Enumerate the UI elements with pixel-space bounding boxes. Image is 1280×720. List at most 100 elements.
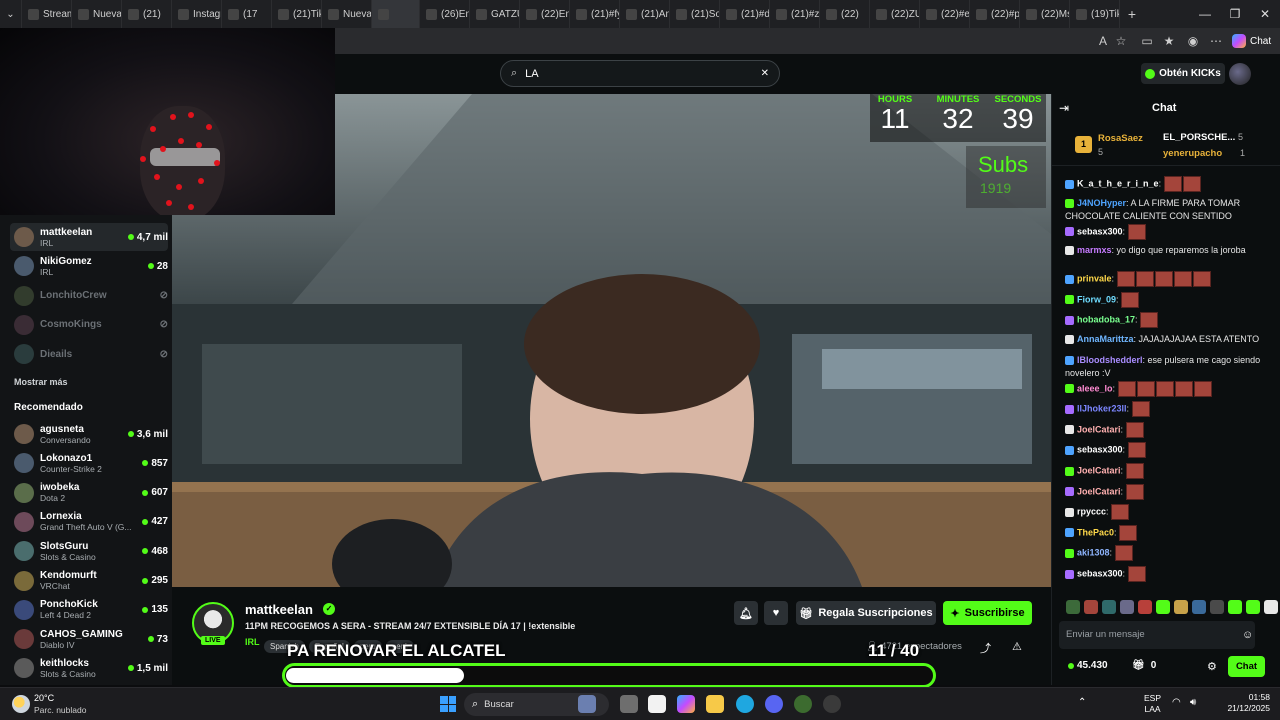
emote-picker-icon[interactable] (1246, 600, 1260, 614)
sidebar-channel-item[interactable]: Lornexia Grand Theft Auto V (G... 427 (10, 508, 168, 536)
emote-picker-icon[interactable] (1228, 600, 1242, 614)
tab-actions-button[interactable]: ⌄ (0, 0, 22, 28)
chat-username[interactable]: K_a_t_h_e_r_i_n_e (1077, 178, 1159, 188)
gift-subs-button[interactable]: 🎁︎ Regala Suscripciones (796, 601, 936, 625)
minimize-button[interactable]: — (1190, 0, 1220, 28)
sidebar-channel-item[interactable]: Dieails ⊘ (10, 340, 168, 368)
browser-tab[interactable]: (21)Tik (272, 0, 322, 28)
browser-tab[interactable]: GATZU (470, 0, 520, 28)
file-explorer-icon[interactable] (706, 695, 724, 713)
chat-username[interactable]: aleee_lo (1077, 383, 1113, 393)
browser-tab[interactable]: (21)Solt (670, 0, 720, 28)
chat-settings-icon[interactable]: ⚙ (1207, 660, 1217, 673)
chat-username[interactable]: lBloodshedderl (1077, 355, 1143, 365)
report-icon[interactable]: ⚠ (1012, 640, 1022, 653)
sidebar-channel-item[interactable]: SlotsGuru Slots & Casino 468 (10, 537, 168, 565)
wifi-icon[interactable]: ◠ (1172, 697, 1181, 708)
browser-tab[interactable]: (21)#di (720, 0, 770, 28)
store-icon[interactable] (648, 695, 666, 713)
browser-tab[interactable]: (22)Enc (520, 0, 570, 28)
sidebar-channel-item[interactable]: Kendomurft VRChat 295 (10, 567, 168, 595)
chevron-up-icon[interactable]: ⌃ (1078, 697, 1086, 708)
profile-icon[interactable]: ◉ (1184, 32, 1202, 50)
emote-picker-icon[interactable] (1102, 600, 1116, 614)
copilot-app-icon[interactable] (677, 695, 695, 713)
browser-tab[interactable]: (22)#pt (970, 0, 1020, 28)
browser-tab[interactable]: (17 (222, 0, 272, 28)
browser-tab[interactable]: (21)Ani (620, 0, 670, 28)
follow-button[interactable]: ♥ (764, 601, 788, 625)
emote-picker-icon[interactable] (1210, 600, 1224, 614)
browser-tab[interactable]: Nueva (72, 0, 122, 28)
chat-username[interactable]: marmxs (1077, 245, 1112, 255)
emote-picker-icon[interactable] (1120, 600, 1134, 614)
emote-picker-icon[interactable] (1156, 600, 1170, 614)
user-avatar[interactable] (1229, 63, 1251, 85)
start-icon[interactable] (440, 696, 456, 712)
browser-tab[interactable]: Instagra (172, 0, 222, 28)
volume-icon[interactable]: 🔊︎ (1190, 697, 1196, 708)
get-kicks-button[interactable]: Obtén KICKs (1141, 63, 1225, 84)
browser-tab[interactable]: (22)#en (920, 0, 970, 28)
chat-username[interactable]: J4NOHyper (1077, 198, 1126, 208)
chat-username[interactable]: sebasx300 (1077, 445, 1123, 455)
obs-icon[interactable] (823, 695, 841, 713)
sidebar-channel-item[interactable]: CAHOS_GAMING Diablo IV 73 (10, 625, 168, 653)
chat-username[interactable]: JoelCatari (1077, 486, 1121, 496)
send-chat-button[interactable]: Chat (1228, 656, 1265, 677)
chat-username[interactable]: JoelCatari (1077, 465, 1121, 475)
chat-username[interactable]: hobadoba_17 (1077, 315, 1135, 325)
copilot-chat-button[interactable]: Chat (1232, 31, 1278, 51)
emote-picker-icon[interactable] (1174, 600, 1188, 614)
chat-username[interactable]: JoelCatari (1077, 424, 1121, 434)
chat-username[interactable]: Fiorw_09 (1077, 294, 1116, 304)
split-screen-icon[interactable]: ▭ (1138, 32, 1156, 50)
browser-tab[interactable] (372, 0, 420, 28)
search-box[interactable]: ⌕ LA ✕ (500, 60, 780, 87)
browser-tab[interactable]: (26)Enc (420, 0, 470, 28)
sidebar-channel-item[interactable]: Lokonazo1 Counter-Strike 2 857 (10, 449, 168, 477)
chat-username[interactable]: sebasx300 (1077, 226, 1123, 236)
browser-tab[interactable]: (22) (820, 0, 870, 28)
chat-username[interactable]: ThePac0 (1077, 527, 1114, 537)
kicks-balance[interactable]: 45.430 (1068, 660, 1108, 671)
emote-picker-icon[interactable] (1084, 600, 1098, 614)
read-aloud-icon[interactable]: A (1094, 32, 1112, 50)
search-input[interactable]: LA (525, 68, 752, 80)
browser-tab[interactable]: (22)ZUI (870, 0, 920, 28)
stream-category[interactable]: IRL (245, 637, 260, 647)
browser-tab[interactable]: Stream (22, 0, 72, 28)
browser-tab[interactable]: (21)#zu (770, 0, 820, 28)
browser-tab[interactable]: Nueva (322, 0, 372, 28)
app-icon-widget[interactable] (578, 695, 596, 713)
emote-picker-icon[interactable] (1264, 600, 1278, 614)
app-icon-green[interactable] (794, 695, 812, 713)
chat-username[interactable]: aki1308 (1077, 548, 1110, 558)
new-tab-button[interactable]: + (1120, 6, 1144, 22)
chat-username[interactable]: rpyccc (1077, 507, 1106, 517)
gift-inventory[interactable]: 🎁︎ 0 (1132, 660, 1156, 671)
sidebar-channel-item[interactable]: agusneta Conversando 3,6 mil (10, 420, 168, 448)
sidebar-channel-item[interactable]: iwobeka Dota 2 607 (10, 479, 168, 507)
emoji-icon[interactable]: ☺ (1242, 629, 1253, 641)
chat-username[interactable]: AnnaMarittza (1077, 334, 1134, 344)
clock[interactable]: 01:58 21/12/2025 (1222, 692, 1270, 714)
maximize-button[interactable]: ❐ (1220, 0, 1250, 28)
chat-username[interactable]: prinvale (1077, 274, 1112, 284)
favorite-star-icon[interactable]: ☆ (1112, 32, 1130, 50)
favorites-icon[interactable]: ★ (1160, 32, 1178, 50)
discord-icon[interactable] (765, 695, 783, 713)
chat-username[interactable]: llJhoker23ll (1077, 404, 1127, 414)
sidebar-channel-item[interactable]: mattkeelan IRL 4,7 mil (10, 223, 168, 251)
clear-search-icon[interactable]: ✕ (761, 68, 769, 79)
emote-picker-icon[interactable] (1192, 600, 1206, 614)
language-indicator[interactable]: ESP LAA (1144, 693, 1161, 715)
task-view-icon[interactable] (620, 695, 638, 713)
sidebar-channel-item[interactable]: LonchitoCrew ⊘ (10, 282, 168, 310)
channel-name[interactable]: mattkeelan (245, 602, 313, 617)
emote-picker-icon[interactable] (1138, 600, 1152, 614)
sidebar-channel-item[interactable]: CosmoKings ⊘ (10, 311, 168, 339)
sidebar-channel-item[interactable]: NikiGomez IRL 28 (10, 252, 168, 280)
sidebar-channel-item[interactable]: keithlocks Slots & Casino 1,5 mil (10, 654, 168, 682)
more-options-icon[interactable]: ⋯ (1207, 32, 1225, 50)
